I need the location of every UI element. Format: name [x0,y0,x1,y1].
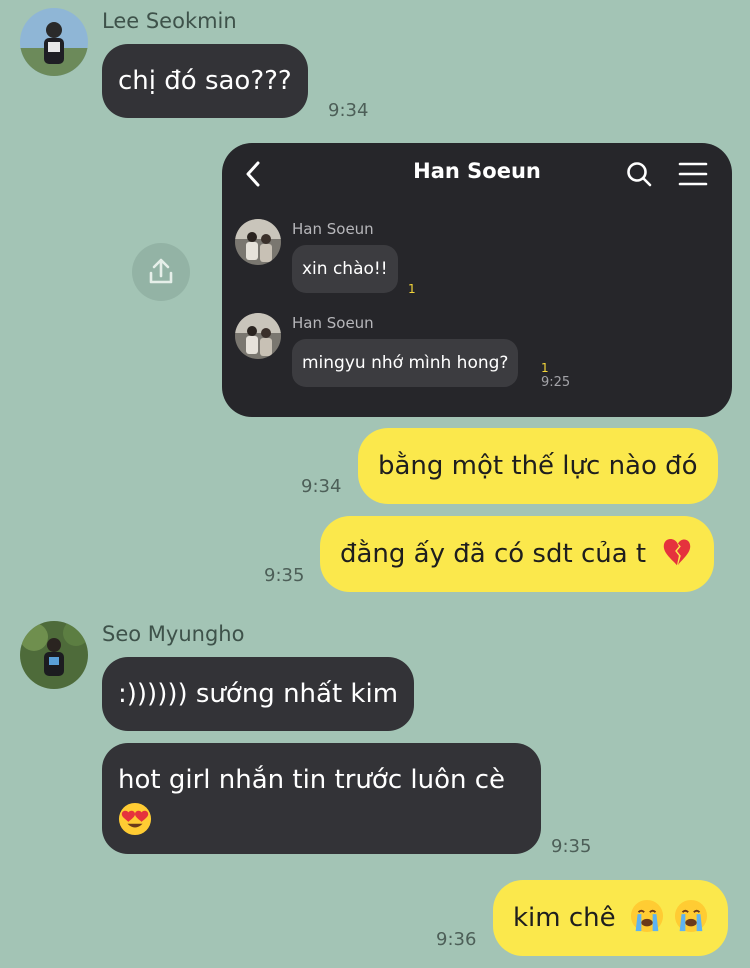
message-text: kim chê [513,903,616,933]
message-time: 9:25 [541,375,571,390]
sender-name: Lee Seokmin [102,9,237,33]
message-bubble[interactable]: chị đó sao??? [102,44,308,118]
message-time: 9:34 [301,476,342,497]
message-bubble[interactable]: kim chê [493,880,729,956]
heart-eyes-emoji [118,802,152,835]
message-text: xin chào!! [302,259,388,279]
message-text: hot girl nhắn tin trước luôn cè [118,765,506,795]
avatar-seo-myungho[interactable] [20,621,88,689]
message-text: :)))))) sướng nhất kim [118,679,399,709]
message-bubble[interactable]: đằng ấy đã có sdt của t [320,516,715,592]
loudly-crying-emoji [630,899,663,932]
unread-count: 1 [408,282,416,296]
sender-name: Seo Myungho [102,622,245,646]
unread-count: 1 [541,361,549,375]
message-time: 9:35 [551,836,592,857]
avatar-han-soeun [235,313,281,359]
message-text: bằng một thế lực nào đó [378,451,698,481]
sender-name: Han Soeun [292,314,374,332]
broken-heart-emoji [664,538,691,565]
share-icon [149,258,173,284]
loudly-crying-emoji [675,899,708,932]
message-time: 9:35 [264,565,305,586]
sender-name: Han Soeun [292,220,374,238]
message-bubble: xin chào!! [292,245,398,293]
message-bubble: mingyu nhớ mình hong? [292,339,519,387]
avatar-lee-seokmin[interactable] [20,8,88,76]
share-button[interactable] [132,243,190,301]
message-bubble[interactable]: bằng một thế lực nào đó [358,428,718,504]
message-time: 9:36 [436,929,477,950]
menu-icon [678,162,708,186]
chat-header-title: Han Soeun [413,159,541,183]
message-text: chị đó sao??? [118,66,292,96]
avatar-han-soeun [235,219,281,265]
embedded-screenshot[interactable]: Han Soeun Han Soeun xin chào!! 1 Han Soe… [222,143,732,417]
back-icon [246,161,260,187]
search-icon [627,162,652,187]
message-bubble[interactable]: :)))))) sướng nhất kim [102,657,415,731]
message-bubble[interactable]: hot girl nhắn tin trước luôn cè [102,743,541,854]
message-text: đằng ấy đã có sdt của t [340,539,647,569]
message-time: 9:34 [328,100,369,121]
message-text: mingyu nhớ mình hong? [302,353,509,373]
